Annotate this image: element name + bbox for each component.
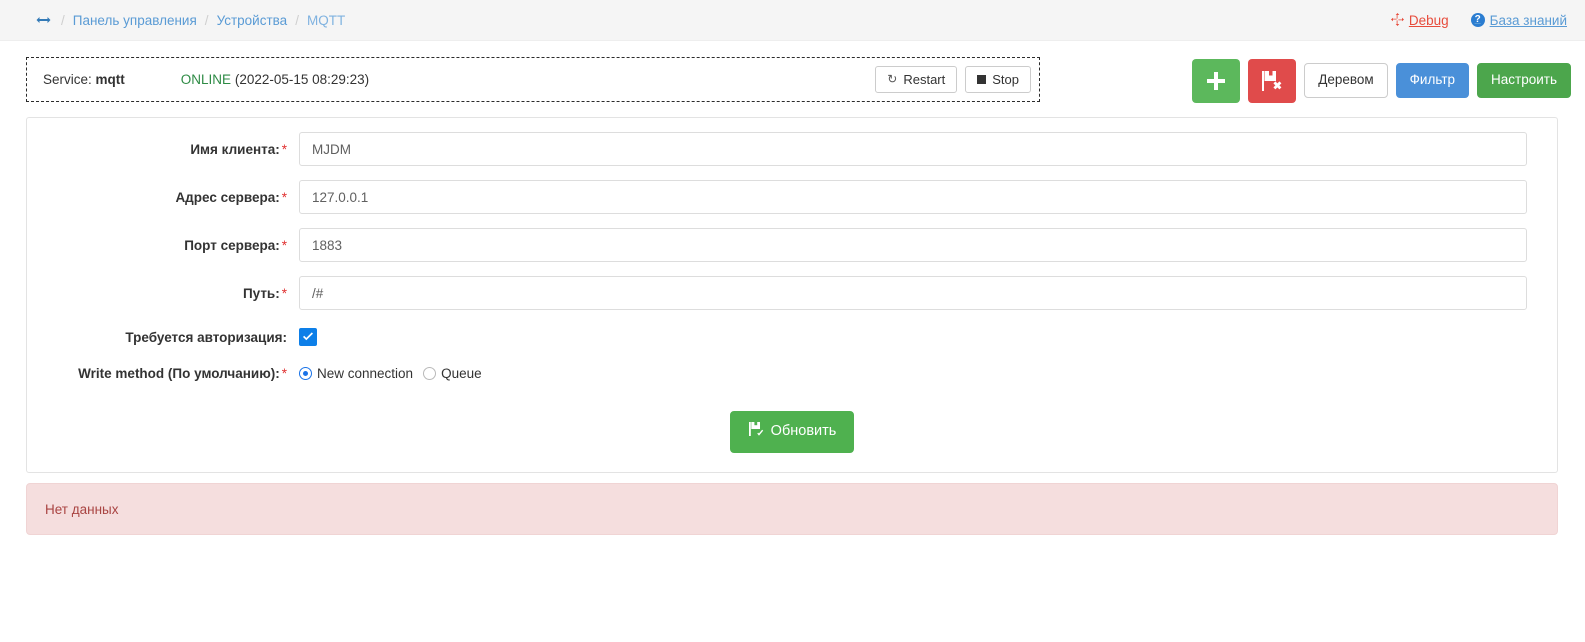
service-label: Service: xyxy=(43,72,92,87)
delete-button[interactable] xyxy=(1248,59,1297,103)
form-row-auth-required: Требуется авторизация: xyxy=(27,328,1557,347)
radio-queue-label: Queue xyxy=(441,366,482,382)
form-row-write-method: Write method (По умолчанию): * New connec… xyxy=(27,366,1557,381)
debug-link-label: Debug xyxy=(1408,12,1449,28)
form-row-server-address: Адрес сервера: * xyxy=(27,180,1557,214)
stop-square-icon xyxy=(977,75,987,84)
service-actions: ↻ Restart Stop xyxy=(875,65,1031,94)
required-marker: * xyxy=(281,141,287,157)
required-marker: * xyxy=(281,189,287,205)
label-server-port: Порт сервера: * xyxy=(43,238,299,253)
required-marker: * xyxy=(281,366,287,382)
breadcrumb-item-devices[interactable]: Устройства xyxy=(217,13,288,28)
breadcrumb-item-dashboard[interactable]: Панель управления xyxy=(73,13,197,28)
auth-required-checkbox[interactable] xyxy=(299,328,317,347)
configure-button[interactable]: Настроить xyxy=(1477,63,1571,98)
arrows-left-right-icon[interactable] xyxy=(36,15,51,25)
server-port-input[interactable] xyxy=(299,228,1527,262)
path-input[interactable] xyxy=(299,276,1527,310)
debug-link[interactable]: Debug xyxy=(1390,12,1449,28)
save-delete-icon xyxy=(1260,70,1284,92)
no-data-alert-message: Нет данных xyxy=(45,501,119,517)
restart-button-label: Restart xyxy=(903,71,946,87)
status-timestamp: (2022-05-15 08:29:23) xyxy=(234,72,370,87)
breadcrumb-item-mqtt[interactable]: MQTT xyxy=(307,13,345,28)
update-button-label: Обновить xyxy=(770,423,837,440)
update-button[interactable]: Обновить xyxy=(729,411,855,453)
page-action-bar: Деревом Фильтр Настроить xyxy=(1192,59,1571,103)
plus-icon xyxy=(1205,70,1227,92)
service-status-strip: Service: mqtt ONLINE (2022-05-15 08:29:2… xyxy=(26,57,1040,102)
restart-button[interactable]: ↻ Restart xyxy=(875,65,958,94)
service-name: Service: mqtt xyxy=(43,72,125,87)
required-marker: * xyxy=(281,285,287,301)
filter-button[interactable]: Фильтр xyxy=(1395,63,1470,98)
form-row-path: Путь: * xyxy=(27,276,1557,310)
top-breadcrumb-bar: / Панель управления / Устройства / MQTT … xyxy=(0,0,1585,41)
stop-button-label: Stop xyxy=(992,71,1019,87)
breadcrumb: / Панель управления / Устройства / MQTT xyxy=(36,13,1391,28)
save-check-icon xyxy=(748,421,764,442)
knowledge-base-label: База знаний xyxy=(1489,12,1567,28)
label-server-address-text: Адрес сервера: xyxy=(175,189,280,205)
knowledge-base-link[interactable]: ? База знаний xyxy=(1470,12,1567,28)
label-client-name: Имя клиента: * xyxy=(43,142,299,157)
form-row-client-name: Имя клиента: * xyxy=(27,132,1557,166)
breadcrumb-separator-2: / xyxy=(204,12,209,28)
radio-new-connection-dot[interactable] xyxy=(299,367,312,381)
radio-queue-dot[interactable] xyxy=(423,367,437,381)
service-status: ONLINE (2022-05-15 08:29:23) xyxy=(181,72,369,87)
client-name-input[interactable] xyxy=(299,132,1527,166)
radio-new-connection[interactable]: New connection xyxy=(299,366,413,381)
status-badge: ONLINE xyxy=(180,72,232,87)
question-circle-icon: ? xyxy=(1470,13,1485,27)
radio-queue[interactable]: Queue xyxy=(423,366,482,381)
radio-new-connection-label: New connection xyxy=(317,366,414,382)
stop-button[interactable]: Stop xyxy=(965,65,1031,94)
server-address-input[interactable] xyxy=(299,180,1527,214)
label-server-address: Адрес сервера: * xyxy=(43,190,299,205)
no-data-alert: Нет данных xyxy=(26,483,1558,535)
form-submit-row: Обновить xyxy=(27,411,1557,453)
label-write-method: Write method (По умолчанию): * xyxy=(43,366,299,381)
label-auth-required: Требуется авторизация: xyxy=(125,329,287,345)
settings-panel: Имя клиента:* Адрес сервера:* Порт серве… xyxy=(26,117,1558,473)
breadcrumb-separator-3: / xyxy=(295,12,299,28)
breadcrumb-separator-1: / xyxy=(61,12,65,28)
label-server-port-text: Порт сервера: xyxy=(184,237,280,253)
top-right-links: Debug ? База знаний xyxy=(1390,12,1567,28)
form-row-server-port: Порт сервера: * xyxy=(27,228,1557,262)
tree-view-button[interactable]: Деревом xyxy=(1304,63,1388,98)
label-path: Путь: * xyxy=(43,286,299,301)
service-name-value: mqtt xyxy=(95,72,125,87)
arrows-alt-icon xyxy=(1390,12,1404,28)
write-method-radio-group: New connection Queue xyxy=(299,366,1541,381)
required-marker: * xyxy=(281,237,287,253)
label-client-name-text: Имя клиента: xyxy=(190,141,280,157)
label-write-method-text: Write method (По умолчанию): xyxy=(78,366,280,382)
refresh-icon: ↻ xyxy=(887,72,898,87)
label-path-text: Путь: xyxy=(242,285,280,301)
add-button[interactable] xyxy=(1192,59,1241,103)
